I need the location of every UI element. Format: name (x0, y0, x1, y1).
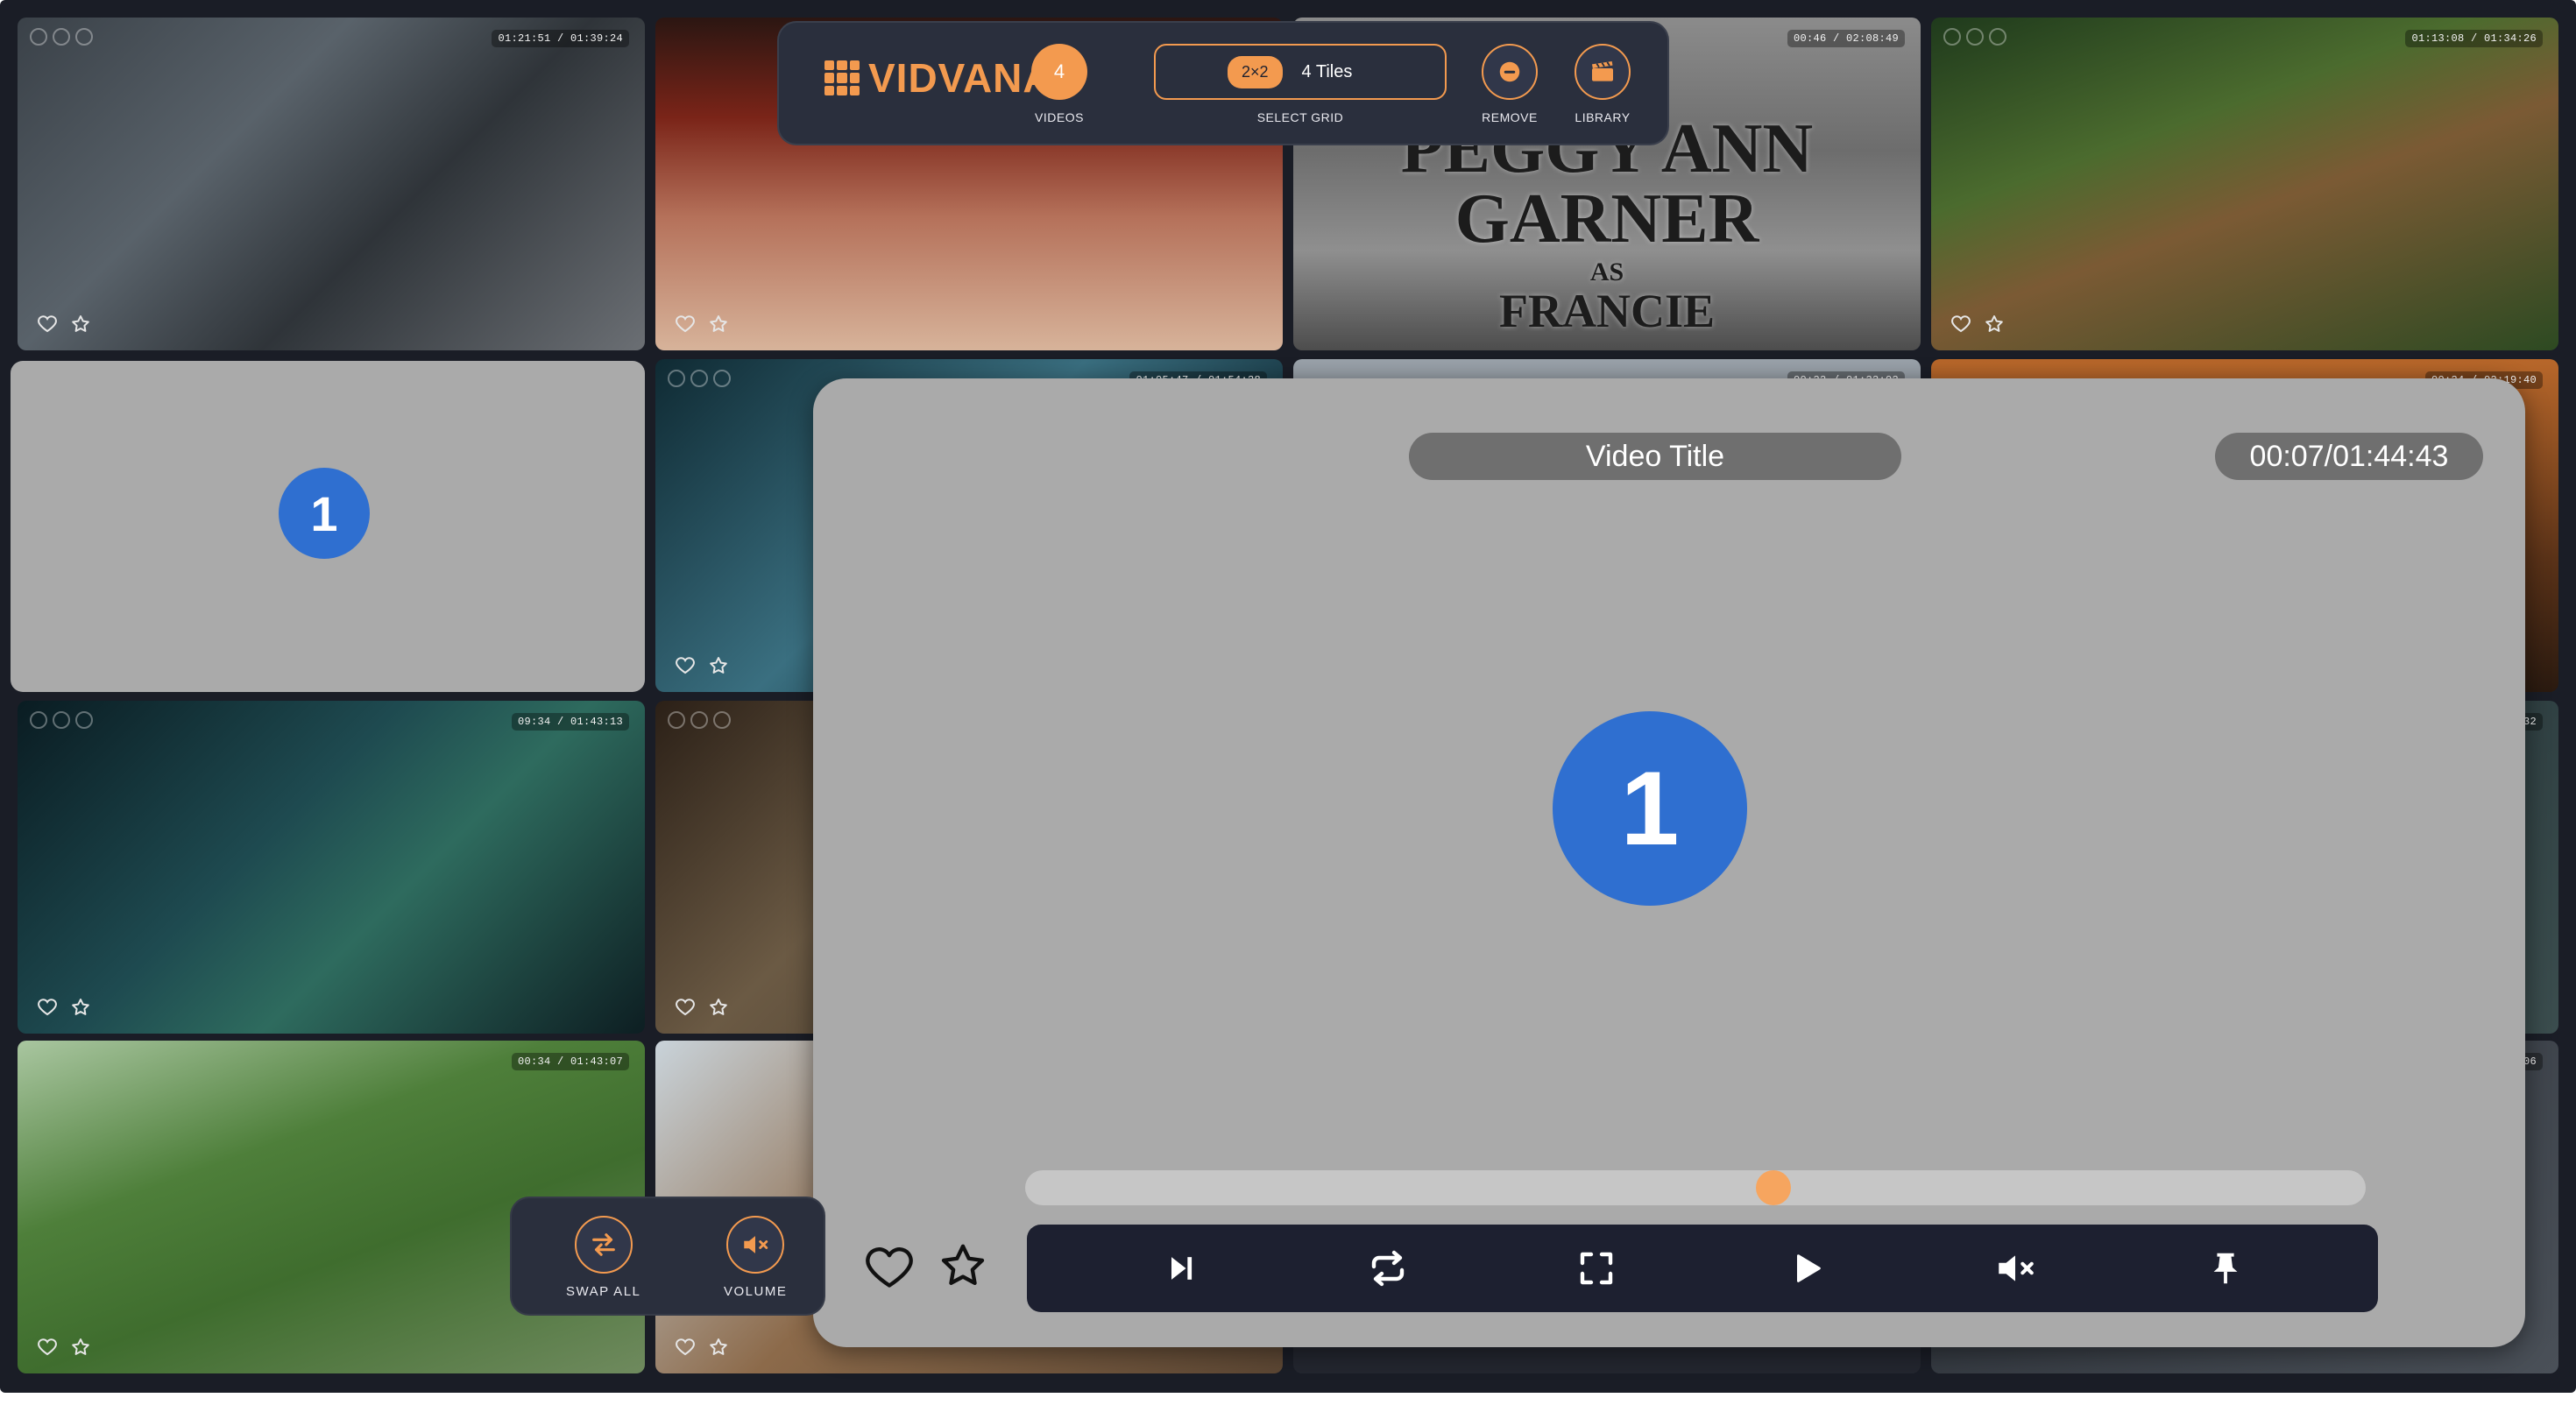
pin-icon (2213, 1253, 2238, 1284)
skip-next-icon (1171, 1257, 1192, 1280)
player-number-badge: 1 (1553, 711, 1747, 906)
next-button[interactable] (1157, 1244, 1206, 1293)
tile-timestamp: 01:21:51 / 01:39:24 (492, 30, 629, 47)
repeat-button[interactable] (1363, 1244, 1412, 1293)
swap-all-button[interactable] (574, 1216, 633, 1274)
selected-tile-placeholder[interactable]: 1 (11, 361, 645, 692)
library-button[interactable] (1575, 44, 1631, 100)
player-controls (1027, 1225, 2378, 1312)
heart-icon[interactable] (1950, 314, 1971, 335)
heart-icon[interactable] (37, 314, 58, 335)
heart-icon[interactable] (864, 1242, 915, 1293)
star-icon[interactable] (708, 1337, 729, 1358)
tile-timestamp: 09:34 / 01:43:13 (511, 713, 629, 731)
film-title-caption: PEGGY ANN GARNER AS FRANCIE (1400, 110, 1814, 337)
star-icon[interactable] (708, 997, 729, 1018)
tile-window-dots (668, 370, 731, 387)
video-player-panel[interactable]: Video Title 00:07/01:44:43 1 (813, 378, 2525, 1347)
logo-grid-icon (824, 60, 860, 95)
star-icon[interactable] (70, 1337, 91, 1358)
top-toolbar: VIDVANA 4 VIDEOS 2×2 4 Tiles SELECT GRID… (777, 21, 1669, 145)
mini-toolbar: SWAP ALL VOLUME (510, 1197, 825, 1316)
tile-timestamp: 00:34 / 01:43:07 (511, 1053, 629, 1070)
heart-icon[interactable] (37, 1337, 58, 1358)
swap-all-control[interactable]: SWAP ALL (566, 1216, 640, 1299)
progress-thumb[interactable] (1756, 1170, 1792, 1205)
star-icon[interactable] (708, 314, 729, 335)
star-icon[interactable] (938, 1240, 988, 1291)
select-grid-label: SELECT GRID (1256, 110, 1344, 124)
tile-timestamp: 00:46 / 02:08:49 (1787, 30, 1905, 47)
fullscreen-icon (1580, 1252, 1613, 1285)
library-label: LIBRARY (1575, 110, 1631, 124)
tile-window-dots (30, 711, 93, 729)
volume-mute-icon (1999, 1255, 2034, 1281)
video-tile-4[interactable]: 01:13:08 / 01:34:26 (1931, 18, 2558, 350)
mute-button[interactable] (1991, 1244, 2040, 1293)
tile-timestamp: 01:13:08 / 01:34:26 (2405, 30, 2543, 47)
swap-icon (591, 1233, 615, 1256)
videos-label: VIDEOS (1035, 110, 1084, 124)
remove-button[interactable] (1482, 44, 1538, 100)
play-icon (1796, 1254, 1821, 1282)
heart-icon[interactable] (675, 1337, 696, 1358)
heart-icon[interactable] (675, 997, 696, 1018)
select-grid-control[interactable]: 2×2 4 Tiles SELECT GRID (1154, 44, 1447, 124)
grid-select-dropdown[interactable]: 2×2 4 Tiles (1154, 44, 1447, 100)
grid-tiles-text: 4 Tiles (1301, 61, 1353, 81)
heart-icon[interactable] (37, 997, 58, 1018)
swap-all-label: SWAP ALL (566, 1284, 641, 1299)
vidvana-logo: VIDVANA (824, 54, 1053, 102)
star-icon[interactable] (1984, 314, 2005, 335)
star-icon[interactable] (70, 997, 91, 1018)
play-button[interactable] (1782, 1244, 1831, 1293)
heart-icon[interactable] (675, 655, 696, 676)
star-icon[interactable] (70, 314, 91, 335)
tile-number-badge: 1 (279, 468, 370, 559)
volume-label: VOLUME (724, 1284, 788, 1299)
video-time: 00:07/01:44:43 (2215, 433, 2483, 480)
fullscreen-button[interactable] (1572, 1244, 1621, 1293)
remove-control[interactable]: REMOVE (1482, 44, 1538, 124)
clapperboard-icon (1592, 61, 1613, 81)
repeat-icon (1371, 1250, 1405, 1287)
grid-size-pill: 2×2 (1228, 55, 1283, 88)
tile-window-dots (30, 28, 93, 46)
volume-mute-icon (744, 1236, 768, 1253)
video-tile-9[interactable]: 09:34 / 01:43:13 (18, 701, 645, 1034)
progress-bar[interactable] (1025, 1170, 2366, 1205)
app-window: 01:21:51 / 01:39:24 00:46 / 02:08:49 PEG… (0, 0, 2576, 1393)
minus-circle-icon (1499, 61, 1520, 82)
video-title: Video Title (1409, 433, 1901, 480)
tile-window-dots (668, 711, 731, 729)
volume-button[interactable] (726, 1216, 785, 1274)
heart-icon[interactable] (675, 314, 696, 335)
pin-button[interactable] (2201, 1244, 2250, 1293)
remove-label: REMOVE (1482, 110, 1538, 124)
videos-control[interactable]: 4 VIDEOS (1031, 44, 1087, 124)
volume-control[interactable]: VOLUME (724, 1216, 787, 1299)
library-control[interactable]: LIBRARY (1575, 44, 1631, 124)
video-tile-1[interactable]: 01:21:51 / 01:39:24 (18, 18, 645, 350)
star-icon[interactable] (708, 655, 729, 676)
tile-window-dots (1943, 28, 2006, 46)
videos-count-badge[interactable]: 4 (1031, 44, 1087, 100)
